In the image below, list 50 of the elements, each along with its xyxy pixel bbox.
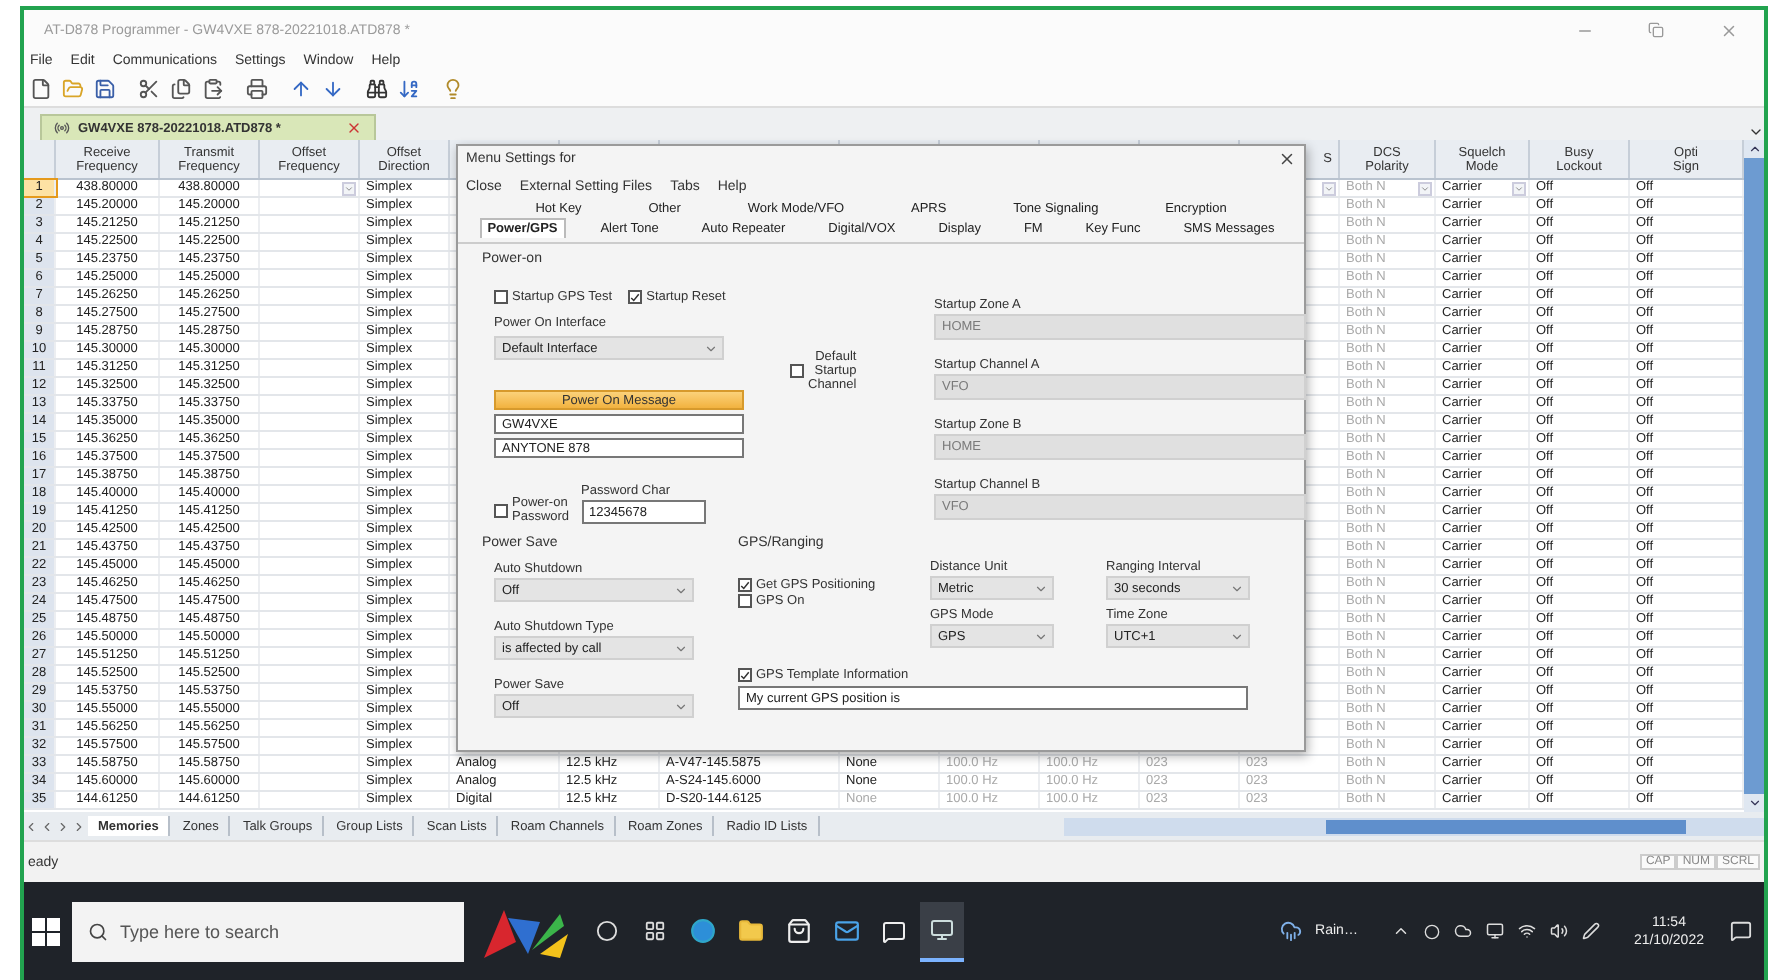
last-sheet-button[interactable] [72,817,86,835]
sort-icon[interactable] [396,77,420,101]
binoculars-icon[interactable] [364,77,388,101]
close-button[interactable] [1278,149,1296,167]
new-file-icon[interactable] [28,77,52,101]
chevron-down-icon[interactable] [1748,124,1764,140]
chevron-down-icon [704,341,718,355]
chevron-up-icon [1747,142,1761,156]
first-sheet-button[interactable] [24,817,38,835]
rain-icon [1279,920,1302,942]
restore-icon [1648,22,1664,38]
scroll-up-button[interactable] [1744,140,1764,158]
chevron-down-icon [1230,581,1244,595]
check-icon [630,292,641,304]
circle-icon[interactable] [1423,923,1440,939]
previous-sheet-button[interactable] [40,817,54,835]
chevron-down-icon [1034,629,1048,643]
vertical-scrollbar[interactable] [1744,140,1764,812]
next-sheet-button[interactable] [56,817,70,835]
notification-icon[interactable] [1730,920,1752,942]
monitor-icon[interactable] [1485,922,1504,940]
chevron-down-icon [674,699,688,713]
chevron-down-icon [1034,581,1048,595]
arrow-down-icon[interactable] [320,77,344,101]
search-field[interactable]: Type here to search [72,901,464,961]
chevron-down-icon [674,583,688,597]
scissors-icon[interactable] [136,77,160,101]
close-icon [1278,149,1296,167]
chevron-up-icon[interactable] [1391,922,1410,940]
copy-icon[interactable] [168,77,192,101]
check-icon [740,670,750,682]
arrow-up-icon[interactable] [288,77,312,101]
radio-icon [54,120,70,136]
close-icon [1719,21,1737,39]
clipboard-icon[interactable] [200,77,224,101]
scroll-down-button[interactable] [1744,794,1764,812]
save-icon[interactable] [92,77,116,101]
cloud-icon[interactable] [1453,922,1472,940]
wifi-icon[interactable] [1517,922,1536,940]
chevron-down-icon [674,641,688,655]
pen-icon[interactable] [1581,922,1600,940]
check-icon [740,580,750,592]
speaker-icon[interactable] [1549,922,1568,940]
windows-icon [32,917,60,945]
close-icon[interactable] [346,120,362,136]
horizontal-scrollbar[interactable] [1064,817,1764,835]
chevron-down-icon [1747,796,1761,810]
start-button[interactable] [32,917,60,945]
printer-icon[interactable] [244,77,268,101]
chevron-down-icon [1230,629,1244,643]
